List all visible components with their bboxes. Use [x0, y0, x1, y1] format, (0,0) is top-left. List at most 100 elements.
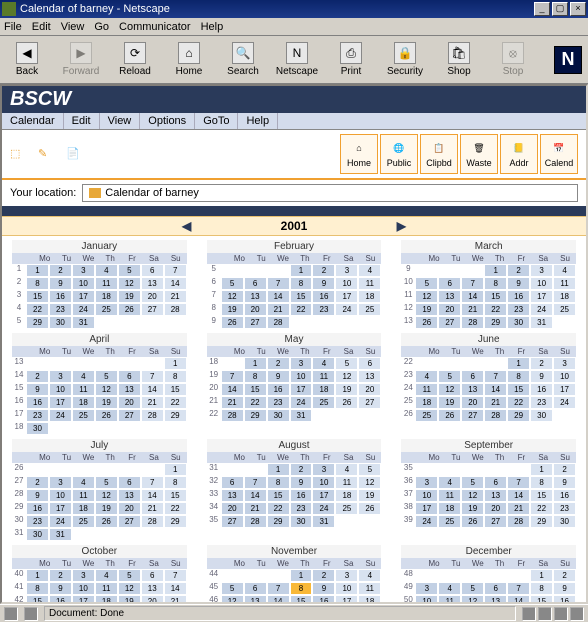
- day-cell[interactable]: 15: [164, 489, 187, 502]
- day-cell[interactable]: 10: [49, 383, 72, 396]
- day-cell[interactable]: 31: [312, 515, 335, 528]
- day-cell[interactable]: 19: [438, 396, 461, 409]
- day-cell[interactable]: 5: [221, 582, 244, 595]
- day-cell[interactable]: 18: [335, 489, 358, 502]
- day-cell[interactable]: 19: [415, 303, 438, 316]
- day-cell[interactable]: 13: [484, 595, 507, 604]
- day-cell[interactable]: 2: [507, 264, 530, 277]
- day-cell[interactable]: 23: [267, 396, 290, 409]
- day-cell[interactable]: 8: [26, 582, 49, 595]
- day-cell[interactable]: 16: [26, 396, 49, 409]
- day-cell[interactable]: 8: [290, 277, 313, 290]
- day-cell[interactable]: 16: [530, 383, 553, 396]
- day-cell[interactable]: 10: [312, 476, 335, 489]
- day-cell[interactable]: 18: [72, 396, 95, 409]
- day-cell[interactable]: 1: [507, 357, 530, 370]
- day-cell[interactable]: 13: [141, 582, 164, 595]
- day-cell[interactable]: 1: [164, 357, 187, 370]
- menu-help[interactable]: Help: [201, 21, 224, 33]
- day-cell[interactable]: 13: [118, 383, 141, 396]
- day-cell[interactable]: 15: [244, 383, 267, 396]
- day-cell[interactable]: 14: [164, 582, 187, 595]
- day-cell[interactable]: 12: [461, 489, 484, 502]
- menu-file[interactable]: File: [4, 21, 22, 33]
- day-cell[interactable]: 21: [221, 396, 244, 409]
- day-cell[interactable]: 7: [461, 277, 484, 290]
- day-cell[interactable]: 9: [312, 582, 335, 595]
- day-cell[interactable]: 6: [484, 582, 507, 595]
- day-cell[interactable]: 4: [553, 264, 576, 277]
- day-cell[interactable]: 21: [267, 303, 290, 316]
- day-cell[interactable]: 22: [290, 303, 313, 316]
- day-cell[interactable]: 22: [164, 396, 187, 409]
- day-cell[interactable]: 26: [95, 409, 118, 422]
- day-cell[interactable]: 16: [553, 595, 576, 604]
- day-cell[interactable]: 3: [335, 569, 358, 582]
- day-cell[interactable]: 2: [26, 476, 49, 489]
- day-cell[interactable]: 11: [438, 595, 461, 604]
- day-cell[interactable]: 22: [530, 502, 553, 515]
- day-cell[interactable]: 21: [461, 303, 484, 316]
- day-cell[interactable]: 13: [244, 290, 267, 303]
- day-cell[interactable]: 28: [507, 515, 530, 528]
- day-cell[interactable]: 7: [267, 582, 290, 595]
- day-cell[interactable]: 15: [530, 595, 553, 604]
- day-cell[interactable]: 22: [244, 396, 267, 409]
- day-cell[interactable]: 6: [221, 476, 244, 489]
- day-cell[interactable]: 27: [118, 409, 141, 422]
- day-cell[interactable]: 2: [553, 463, 576, 476]
- day-cell[interactable]: 20: [221, 502, 244, 515]
- day-cell[interactable]: 21: [164, 290, 187, 303]
- day-cell[interactable]: 11: [72, 489, 95, 502]
- day-cell[interactable]: 30: [26, 528, 49, 541]
- day-cell[interactable]: 19: [461, 502, 484, 515]
- day-cell[interactable]: 15: [26, 595, 49, 604]
- close-button[interactable]: ×: [570, 2, 586, 16]
- day-cell[interactable]: 27: [118, 515, 141, 528]
- day-cell[interactable]: 15: [26, 290, 49, 303]
- day-cell[interactable]: 27: [461, 409, 484, 422]
- day-cell[interactable]: 12: [358, 476, 381, 489]
- day-cell[interactable]: 4: [95, 569, 118, 582]
- day-cell[interactable]: 3: [290, 357, 313, 370]
- day-cell[interactable]: 25: [358, 303, 381, 316]
- day-cell[interactable]: 29: [530, 515, 553, 528]
- day-cell[interactable]: 29: [507, 409, 530, 422]
- day-cell[interactable]: 28: [244, 515, 267, 528]
- day-cell[interactable]: 15: [290, 290, 313, 303]
- day-cell[interactable]: 24: [49, 515, 72, 528]
- minimize-button[interactable]: _: [534, 2, 550, 16]
- day-cell[interactable]: 6: [461, 370, 484, 383]
- day-cell[interactable]: 10: [335, 277, 358, 290]
- day-cell[interactable]: 29: [244, 409, 267, 422]
- day-cell[interactable]: 12: [335, 370, 358, 383]
- day-cell[interactable]: 25: [72, 409, 95, 422]
- day-cell[interactable]: 11: [335, 476, 358, 489]
- day-cell[interactable]: 13: [221, 489, 244, 502]
- day-cell[interactable]: 4: [312, 357, 335, 370]
- catch-up-icon[interactable]: ⬚: [10, 147, 24, 161]
- day-cell[interactable]: 15: [530, 489, 553, 502]
- nav-public-button[interactable]: 🌐Public: [380, 134, 418, 174]
- day-cell[interactable]: 12: [95, 489, 118, 502]
- day-cell[interactable]: 7: [267, 277, 290, 290]
- day-cell[interactable]: 21: [164, 595, 187, 604]
- prev-year-button[interactable]: ◀: [182, 219, 191, 233]
- day-cell[interactable]: 6: [118, 476, 141, 489]
- day-cell[interactable]: 11: [415, 383, 438, 396]
- day-cell[interactable]: 18: [95, 595, 118, 604]
- day-cell[interactable]: 16: [49, 290, 72, 303]
- day-cell[interactable]: 1: [530, 569, 553, 582]
- day-cell[interactable]: 13: [461, 383, 484, 396]
- day-cell[interactable]: 14: [141, 383, 164, 396]
- day-cell[interactable]: 7: [507, 476, 530, 489]
- day-cell[interactable]: 7: [141, 370, 164, 383]
- search-button[interactable]: 🔍Search: [222, 42, 264, 77]
- back-button[interactable]: ◀Back: [6, 42, 48, 77]
- day-cell[interactable]: 4: [438, 582, 461, 595]
- day-cell[interactable]: 4: [358, 264, 381, 277]
- day-cell[interactable]: 25: [312, 396, 335, 409]
- day-cell[interactable]: 27: [221, 515, 244, 528]
- day-cell[interactable]: 11: [438, 489, 461, 502]
- nav-addr-button[interactable]: 📒Addr: [500, 134, 538, 174]
